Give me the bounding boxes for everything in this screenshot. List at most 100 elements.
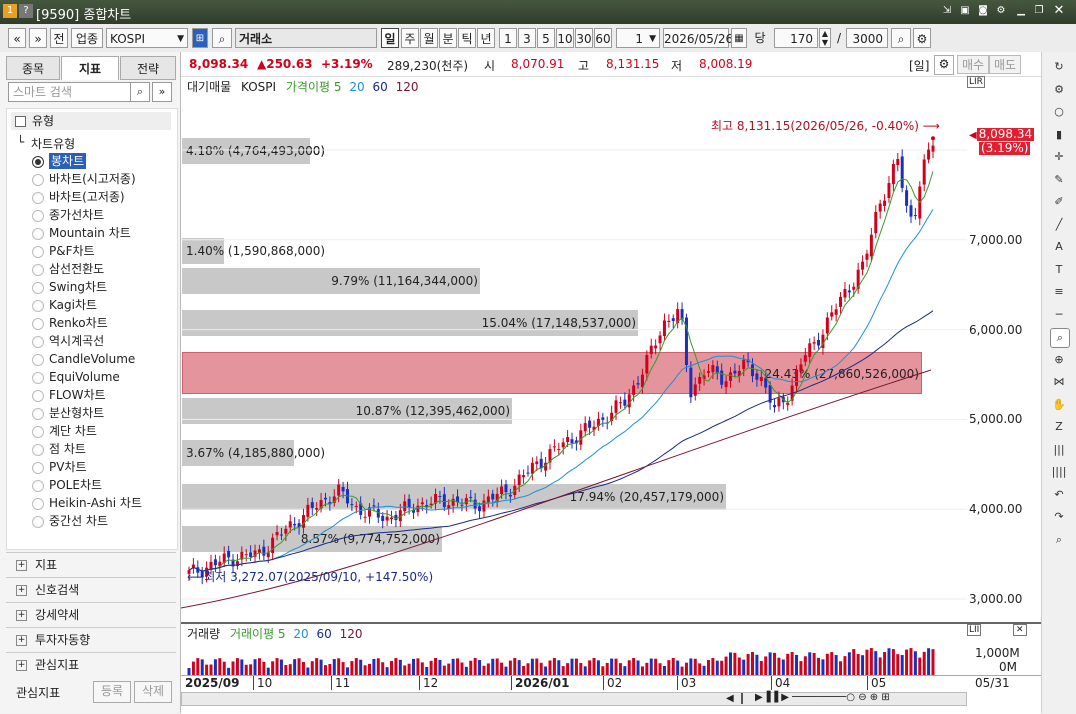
bar-chart-icon[interactable]: ▮ (1050, 126, 1068, 144)
section-3[interactable]: + 투자자동향 (6, 627, 176, 652)
period-day[interactable]: 일 (381, 28, 399, 48)
chart-type-item[interactable]: EquiVolume (49, 369, 120, 385)
search-icon[interactable]: ⌕ (130, 82, 150, 102)
chart-type-radio[interactable] (32, 390, 44, 402)
buy-button[interactable]: 매수 (957, 55, 989, 74)
legend-vol-ma120[interactable]: 120 (340, 627, 363, 641)
scroll-left-icon[interactable]: ◀ (726, 693, 734, 704)
chart-type-radio[interactable] (32, 444, 44, 456)
chart-type-item[interactable]: 바차트(시고저종) (49, 171, 136, 187)
scroll-control-icons[interactable]: ▶▐▐ ▶ ─────────○ ⊖ ⊕ ⊞ (755, 692, 890, 703)
refresh-icon[interactable]: ↻ (1050, 58, 1068, 76)
interval-5[interactable]: 5 (537, 28, 555, 48)
interval-3[interactable]: 3 (518, 28, 536, 48)
chart-type-radio[interactable] (32, 210, 44, 222)
count-select[interactable]: 1 ▼ (616, 28, 660, 48)
delete-button[interactable]: 삭제 (134, 681, 172, 703)
chart-type-item[interactable]: 계단 차트 (49, 423, 97, 439)
chart-type-radio[interactable] (32, 354, 44, 366)
period-month[interactable]: 월 (420, 28, 438, 48)
text-icon[interactable]: T (1050, 261, 1068, 279)
chart-type-item[interactable]: 분산형차트 (49, 405, 104, 421)
chart-type-item[interactable]: 바차트(고저종) (49, 189, 125, 205)
restore-icon[interactable]: ❐ (1032, 4, 1046, 18)
chart-type-radio[interactable] (32, 174, 44, 186)
chart-type-item[interactable]: POLE차트 (49, 477, 102, 493)
jeon-button[interactable]: 전 (50, 28, 68, 48)
zigzag-icon[interactable]: Z (1050, 418, 1068, 436)
register-button[interactable]: 등록 (93, 681, 131, 703)
chart-type-radio[interactable] (32, 264, 44, 276)
tab-stock[interactable]: 종목 (6, 56, 60, 80)
chart-type-item[interactable]: 종가선차트 (49, 207, 104, 223)
symbol-search-icon[interactable]: ⊞ (192, 28, 208, 48)
total-input[interactable]: 3000 (846, 28, 888, 48)
chart-type-radio[interactable] (32, 480, 44, 492)
tab-strategy[interactable]: 전략 (120, 56, 176, 80)
save-icon[interactable]: ▣ (958, 4, 972, 18)
chart-type-radio[interactable] (32, 426, 44, 438)
scroll-thumb[interactable] (741, 693, 743, 704)
chart-type-radio[interactable] (32, 516, 44, 528)
legend-ma60[interactable]: 60 (372, 80, 387, 94)
gear-icon[interactable]: ⚙ (1050, 81, 1068, 99)
legend-ma5[interactable]: 가격이평 5 (286, 80, 342, 94)
help-badge[interactable]: ? (19, 4, 33, 18)
chart-type-item[interactable]: 봉차트 (49, 153, 87, 169)
type-section-header[interactable]: 유형 (11, 112, 171, 130)
camera-icon[interactable]: ◙ (976, 4, 990, 18)
chart-type-item[interactable]: P&F차트 (49, 243, 95, 259)
interval-30[interactable]: 30 (575, 28, 593, 48)
chart-type-radio[interactable] (32, 462, 44, 474)
legend-supply[interactable]: 대기매물 (187, 80, 231, 94)
chart-type-radio[interactable] (32, 408, 44, 420)
legend-vol-ma20[interactable]: 20 (293, 627, 308, 641)
circle-icon[interactable]: ○ (1050, 103, 1068, 121)
calendar-icon[interactable]: ▦ (731, 28, 747, 48)
panel-divider[interactable] (181, 622, 1041, 624)
crosshair-icon[interactable]: ✛ (1050, 148, 1068, 166)
chart-type-item[interactable]: 삼선전환도 (49, 261, 104, 277)
chart-type-radio[interactable] (32, 336, 44, 348)
grid-lines-icon[interactable]: ||| (1050, 441, 1068, 459)
chart-type-item[interactable]: Kagi차트 (49, 297, 97, 313)
legend-ma20[interactable]: 20 (349, 80, 364, 94)
section-0[interactable]: + 지표 (6, 552, 176, 577)
chart-type-radio[interactable] (32, 300, 44, 312)
chart-type-radio[interactable] (32, 192, 44, 204)
search-icon[interactable]: ⌕ (1050, 531, 1068, 549)
chart-area[interactable]: 8,098.34 ▲250.63 +3.19% 289,230(천주) 시 8,… (181, 52, 1041, 714)
section-1[interactable]: + 신호검색 (6, 577, 176, 602)
panel-options-icon[interactable]: LII (967, 624, 982, 636)
redo-icon[interactable]: ↷ (1050, 508, 1068, 526)
chart-type-item[interactable]: CandleVolume (49, 351, 135, 367)
chart-type-radio[interactable] (32, 372, 44, 384)
line-tool-icon[interactable]: ╱ (1050, 216, 1068, 234)
period-tick[interactable]: 틱 (458, 28, 476, 48)
interval-1[interactable]: 1 (499, 28, 517, 48)
chart-type-item[interactable]: 점 차트 (49, 441, 86, 457)
parallel-icon[interactable]: |||| (1050, 463, 1068, 481)
hand-icon[interactable]: ✋ (1050, 396, 1068, 414)
chart-type-radio[interactable] (32, 318, 44, 330)
chart-type-radio[interactable] (32, 498, 44, 510)
chart-type-item[interactable]: 역시계곡선 (49, 333, 104, 349)
pen-icon[interactable]: ✎ (1050, 171, 1068, 189)
close-icon[interactable]: ✕ (1052, 4, 1066, 18)
type-select[interactable]: 업종 (71, 28, 103, 48)
period-year[interactable]: 년 (477, 28, 495, 48)
section-2[interactable]: + 강세약세 (6, 602, 176, 627)
zoom-icon[interactable]: ⊕ (1050, 351, 1068, 369)
pattern-icon[interactable]: ⋈ (1050, 373, 1068, 391)
period-minute[interactable]: 분 (439, 28, 457, 48)
date-input[interactable]: 2026/05/26 (663, 28, 733, 48)
gear-icon[interactable]: ⚙ (913, 28, 931, 48)
magnifier-icon[interactable]: ⌕ (1050, 328, 1070, 348)
legend-vol-ma60[interactable]: 60 (317, 627, 332, 641)
magnifier-icon[interactable]: ⌕ (212, 28, 232, 48)
symbol-input[interactable]: KOSPI ▼ (106, 28, 188, 48)
chart-type-radio[interactable] (32, 282, 44, 294)
tab-indicator[interactable]: 지표 (61, 56, 119, 80)
chart-type-item[interactable]: FLOW차트 (49, 387, 106, 403)
panel-close-icon[interactable]: ✕ (1013, 624, 1027, 636)
